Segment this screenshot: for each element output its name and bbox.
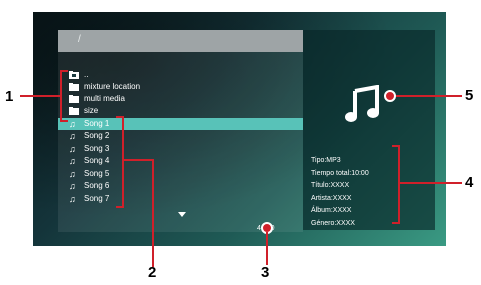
list-item-label: Song 7 (84, 194, 110, 203)
callout-4-line (400, 182, 462, 184)
parent-folder-icon (69, 71, 79, 79)
callout-4-bracket (392, 145, 400, 224)
folder-icon (69, 107, 79, 115)
list-item-label: multi media (84, 94, 125, 103)
music-note-icon: ♫ (69, 119, 76, 129)
track-info: Tipo:MP3 Tiempo total:10:00 Título:XXXX … (311, 155, 369, 230)
callout-3: 3 (261, 264, 270, 281)
list-item-folder[interactable]: size (58, 105, 303, 117)
callout-1-bracket (60, 70, 68, 122)
callout-5-dot (384, 90, 396, 102)
list-item-label: Song 1 (84, 119, 110, 128)
music-note-icon: ♫ (69, 144, 76, 154)
info-album: Álbum:XXXX (311, 207, 352, 214)
scroll-down-icon[interactable] (178, 212, 186, 217)
music-note-icon: ♫ (69, 181, 76, 191)
callout-5-line (396, 95, 462, 97)
callout-2-bracket (116, 116, 124, 208)
list-item-song[interactable]: ♫ Song 4 (58, 155, 303, 167)
info-panel: Tipo:MP3 Tiempo total:10:00 Título:XXXX … (303, 30, 435, 230)
callout-3-line (266, 232, 268, 265)
list-item-song-selected[interactable]: ♫ Song 1 (58, 118, 303, 130)
list-item-song[interactable]: ♫ Song 5 (58, 168, 303, 180)
file-list: .. mixture location multi media size ♫ S… (58, 52, 303, 232)
info-genero: Género:XXXX (311, 219, 355, 227)
list-item-parent[interactable]: .. (58, 69, 303, 81)
list-item-folder[interactable]: multi media (58, 93, 303, 105)
music-note-icon: ♫ (69, 169, 76, 179)
list-item-label: mixture location (84, 82, 141, 91)
music-note-icon: ♫ (69, 131, 76, 141)
callout-5: 5 (465, 87, 474, 104)
music-note-icon (345, 85, 379, 122)
music-note-icon: ♫ (69, 156, 76, 166)
list-item-song[interactable]: ♫ Song 3 (58, 143, 303, 155)
callout-4: 4 (465, 174, 474, 191)
list-item-label: .. (84, 70, 89, 79)
info-tiempo: Tiempo total:10:00 (311, 169, 369, 177)
list-item-label: Song 6 (84, 181, 110, 190)
info-artista: Artista:XXXX (311, 194, 352, 202)
list-item-label: Song 5 (84, 169, 110, 178)
callout-2-line-v (152, 159, 154, 267)
callout-1-line (20, 95, 60, 97)
path-bar: / (58, 30, 303, 52)
list-item-label: Song 3 (84, 144, 110, 153)
info-titulo: Título:XXXX (311, 182, 350, 189)
music-note-icon: ♫ (69, 194, 76, 204)
folder-icon (69, 83, 79, 91)
folder-icon (69, 95, 79, 103)
callout-2: 2 (148, 264, 157, 281)
list-item-label: Song 2 (84, 131, 110, 140)
list-item-folder[interactable]: mixture location (58, 81, 303, 93)
media-browser-screen: / .. mixture location multi media size ♫… (33, 12, 446, 246)
callout-1: 1 (5, 88, 14, 105)
list-item-song[interactable]: ♫ Song 6 (58, 180, 303, 192)
list-item-song[interactable]: ♫ Song 7 (58, 193, 303, 205)
callout-2-line-h (124, 159, 154, 161)
path-label: / (78, 34, 81, 45)
list-item-label: Song 4 (84, 156, 110, 165)
info-tipo: Tipo:MP3 (311, 157, 341, 164)
list-item-song[interactable]: ♫ Song 2 (58, 130, 303, 142)
list-item-label: size (84, 106, 99, 115)
